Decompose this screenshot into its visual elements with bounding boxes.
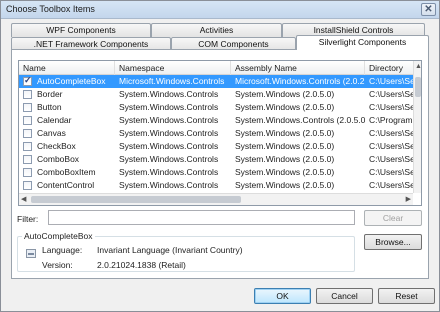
version-value: 2.0.21024.1838 (Retail)	[97, 260, 186, 270]
cell-directory: C:\Users\Se...	[369, 128, 413, 138]
cell-directory: C:\Users\Se...	[369, 154, 413, 164]
cell-assembly: System.Windows.Controls (2.0.5.0)	[235, 115, 365, 125]
vertical-scrollbar[interactable]: ▲	[413, 61, 421, 193]
choose-toolbox-items-dialog: Choose Toolbox Items ✕ WPF Components Ac…	[0, 0, 440, 312]
row-checkbox[interactable]	[23, 142, 32, 151]
cell-assembly: System.Windows (2.0.5.0)	[235, 154, 335, 164]
cell-namespace: System.Windows.Controls	[119, 102, 219, 112]
horizontal-scrollbar[interactable]: ◀ ▶	[19, 193, 413, 205]
cell-namespace: System.Windows.Controls	[119, 180, 219, 190]
table-row[interactable]: CheckBox System.Windows.Controls System.Wi…	[19, 140, 413, 153]
window-title: Choose Toolbox Items	[6, 4, 95, 14]
language-value: Invariant Language (Invariant Country)	[97, 245, 243, 255]
cell-name: ContentControl	[37, 180, 95, 190]
cell-assembly: System.Windows (2.0.5.0)	[235, 167, 335, 177]
reset-button[interactable]: Reset	[378, 288, 435, 304]
row-checkbox[interactable]	[23, 90, 32, 99]
info-group-title: AutoCompleteBox	[22, 231, 95, 241]
table-row[interactable]: ComboBox System.Windows.Controls System.Wi…	[19, 153, 413, 166]
cell-assembly: System.Windows (2.0.5.0)	[235, 89, 335, 99]
row-checkbox[interactable]	[23, 155, 32, 164]
cell-assembly: System.Windows (2.0.5.0)	[235, 141, 335, 151]
cell-name: Calendar	[37, 115, 72, 125]
row-checkbox[interactable]	[23, 168, 32, 177]
grid-header: Name Namespace Assembly Name Directory	[19, 61, 421, 75]
row-checkbox[interactable]	[23, 129, 32, 138]
vertical-scroll-thumb[interactable]	[415, 77, 421, 97]
column-header-namespace[interactable]: Namespace	[115, 61, 231, 75]
cell-name: Button	[37, 102, 62, 112]
cell-directory: C:\Program...	[369, 115, 413, 125]
cell-directory: C:\Users\Se...	[369, 89, 413, 99]
version-label: Version:	[42, 260, 73, 270]
filter-input[interactable]	[48, 210, 355, 225]
column-header-assembly-name[interactable]: Assembly Name	[231, 61, 365, 75]
cell-namespace: System.Windows.Controls	[119, 154, 219, 164]
cell-name: AutoCompleteBox	[37, 76, 106, 86]
row-checkbox[interactable]	[23, 103, 32, 112]
table-row[interactable]: AutoCompleteBox Microsoft.Windows.Control…	[19, 75, 413, 88]
close-button[interactable]: ✕	[421, 3, 436, 16]
title-bar: Choose Toolbox Items ✕	[1, 1, 439, 19]
cell-directory: C:\Users\Se...	[369, 102, 413, 112]
component-info-group: AutoCompleteBox Language: Invariant Lang…	[17, 231, 355, 272]
language-label: Language:	[42, 245, 83, 255]
cell-assembly: System.Windows (2.0.5.0)	[235, 102, 335, 112]
cell-name: ComboBox	[37, 154, 80, 164]
row-checkbox[interactable]	[23, 181, 32, 190]
cell-assembly: System.Windows (2.0.5.0)	[235, 180, 335, 190]
cell-directory: C:\Users\Se...	[369, 141, 413, 151]
table-row[interactable]: Calendar System.Windows.Controls System.Wi…	[19, 114, 413, 127]
cell-name: CheckBox	[37, 141, 76, 151]
row-checkbox[interactable]	[23, 116, 32, 125]
cell-namespace: System.Windows.Controls	[119, 141, 219, 151]
cell-namespace: System.Windows.Controls	[119, 167, 219, 177]
table-row[interactable]: ComboBoxItem System.Windows.Controls Syste…	[19, 166, 413, 179]
ok-button[interactable]: OK	[254, 288, 311, 304]
cell-namespace: System.Windows.Controls	[119, 115, 219, 125]
cell-directory: C:\Users\Se...	[369, 167, 413, 177]
table-row[interactable]: ContentControl System.Windows.Controls Sys…	[19, 179, 413, 192]
cell-directory: C:\Users\Se...	[369, 76, 413, 86]
table-row[interactable]: Button System.Windows.Controls System.Wind…	[19, 101, 413, 114]
cell-directory: C:\Users\Se...	[369, 180, 413, 190]
filter-label: Filter:	[17, 214, 39, 224]
tab-activities[interactable]: Activities	[151, 23, 282, 37]
row-checkbox[interactable]	[23, 75, 32, 86]
browse-button[interactable]: Browse...	[364, 234, 422, 250]
cell-name: Border	[37, 89, 63, 99]
cancel-button[interactable]: Cancel	[316, 288, 373, 304]
tab-panel: Name Namespace Assembly Name Directory A…	[11, 49, 429, 279]
scroll-left-icon[interactable]: ◀	[21, 195, 26, 205]
horizontal-scroll-thumb[interactable]	[31, 196, 241, 203]
cell-name: Canvas	[37, 128, 66, 138]
cell-namespace: Microsoft.Windows.Controls	[119, 76, 225, 86]
component-icon	[26, 249, 36, 258]
tab-wpf-components[interactable]: WPF Components	[11, 23, 151, 37]
cell-assembly: System.Windows (2.0.5.0)	[235, 128, 335, 138]
grid-rows: AutoCompleteBox Microsoft.Windows.Control…	[19, 75, 413, 193]
cell-name: ComboBoxItem	[37, 167, 96, 177]
scroll-up-icon[interactable]: ▲	[415, 62, 421, 72]
table-row[interactable]: Border System.Windows.Controls System.Wind…	[19, 88, 413, 101]
cell-namespace: System.Windows.Controls	[119, 128, 219, 138]
clear-button[interactable]: Clear	[364, 210, 422, 226]
tab-silverlight-components[interactable]: Silverlight Components	[296, 35, 429, 50]
cell-namespace: System.Windows.Controls	[119, 89, 219, 99]
table-row[interactable]: Canvas System.Windows.Controls System.Wind…	[19, 127, 413, 140]
column-header-name[interactable]: Name	[19, 61, 115, 75]
components-grid[interactable]: Name Namespace Assembly Name Directory A…	[18, 60, 422, 206]
scroll-right-icon[interactable]: ▶	[406, 195, 411, 205]
cell-assembly: Microsoft.Windows.Controls (2.0.2...	[235, 76, 365, 86]
